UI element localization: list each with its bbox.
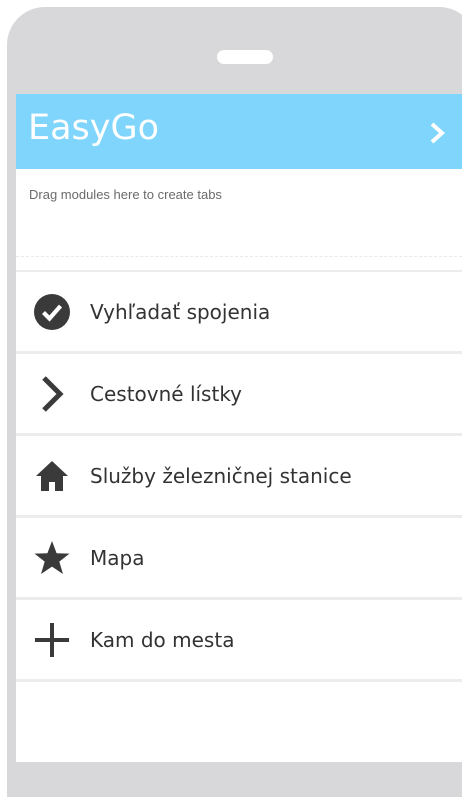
menu-item-kam-do-mesta[interactable]: Kam do mesta: [16, 600, 462, 682]
app-title: EasyGo: [28, 108, 160, 148]
star-icon: [33, 539, 71, 577]
chevron-right-icon[interactable]: [428, 122, 448, 144]
home-icon: [33, 457, 71, 495]
app-header: EasyGo: [16, 94, 462, 169]
chevron-right-icon: [33, 375, 71, 413]
menu-item-label: Vyhľadať spojenia: [90, 299, 271, 324]
plus-icon: [33, 621, 71, 659]
menu-item-label: Služby železničnej stanice: [90, 463, 352, 488]
tab-dropzone-hint: Drag modules here to create tabs: [29, 187, 222, 202]
menu-item-label: Cestovné lístky: [90, 381, 243, 406]
menu-list: Vyhľadať spojenia Cestovné lístky Služby…: [16, 270, 462, 682]
menu-item-label: Mapa: [90, 545, 145, 570]
check-circle-icon: [33, 293, 71, 331]
menu-item-sluzby-stanice[interactable]: Služby železničnej stanice: [16, 436, 462, 518]
menu-item-mapa[interactable]: Mapa: [16, 518, 462, 600]
app-screen: EasyGo Drag modules here to create tabs …: [16, 94, 462, 762]
menu-item-vyhladat-spojenia[interactable]: Vyhľadať spojenia: [16, 272, 462, 354]
tab-dropzone[interactable]: Drag modules here to create tabs: [16, 169, 462, 257]
menu-item-label: Kam do mesta: [90, 627, 235, 652]
speaker-slot: [217, 50, 273, 64]
menu-item-cestovne-listky[interactable]: Cestovné lístky: [16, 354, 462, 436]
